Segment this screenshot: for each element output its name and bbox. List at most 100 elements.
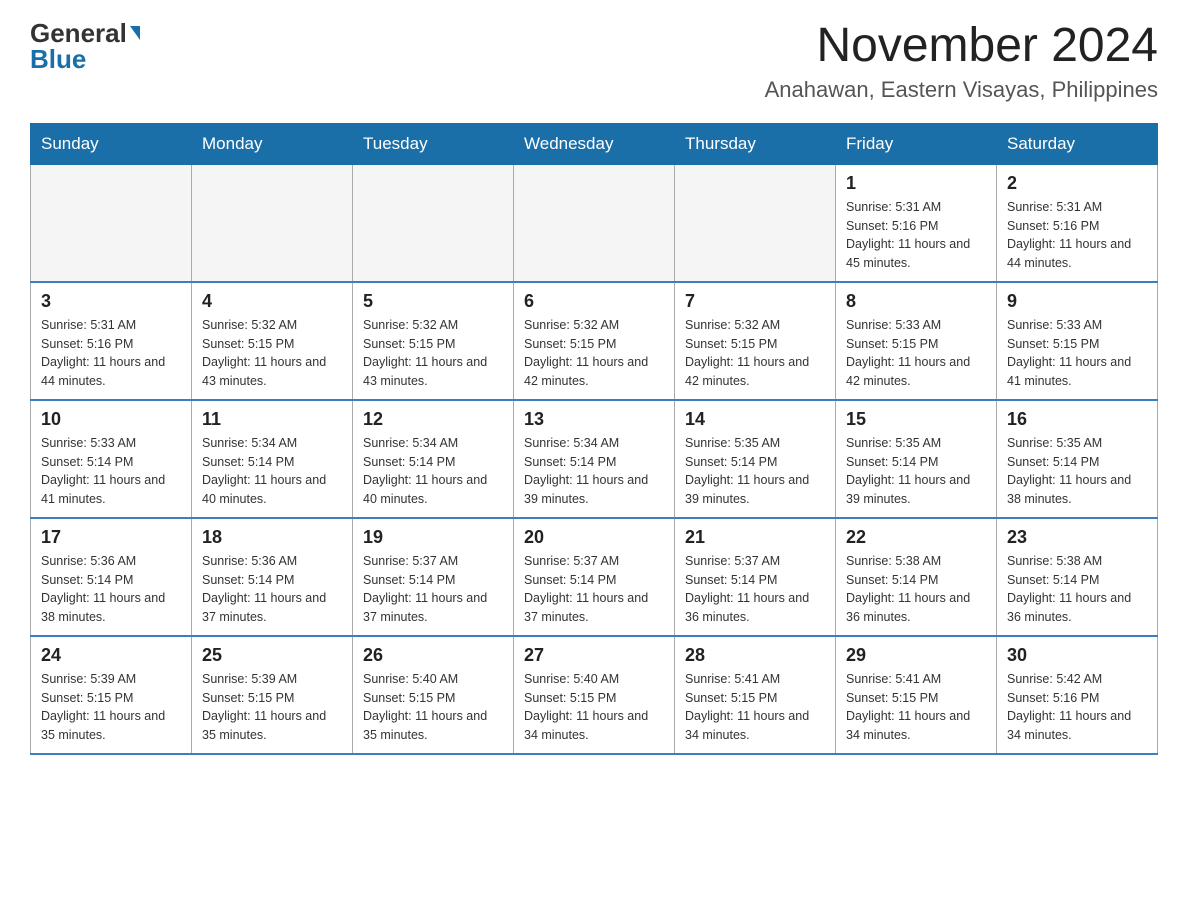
day-number: 9 <box>1007 291 1147 312</box>
calendar-cell: 3 Sunrise: 5:31 AMSunset: 5:16 PMDaylight… <box>31 282 192 400</box>
calendar-cell: 29 Sunrise: 5:41 AMSunset: 5:15 PMDayligh… <box>836 636 997 754</box>
location-title: Anahawan, Eastern Visayas, Philippines <box>765 77 1158 103</box>
calendar-cell: 11 Sunrise: 5:34 AMSunset: 5:14 PMDayligh… <box>192 400 353 518</box>
day-info: Sunrise: 5:32 AMSunset: 5:15 PMDaylight:… <box>685 316 825 391</box>
day-info: Sunrise: 5:33 AMSunset: 5:14 PMDaylight:… <box>41 434 181 509</box>
day-number: 10 <box>41 409 181 430</box>
day-number: 7 <box>685 291 825 312</box>
day-number: 11 <box>202 409 342 430</box>
calendar-cell <box>353 164 514 282</box>
month-title: November 2024 <box>765 20 1158 73</box>
calendar-cell: 7 Sunrise: 5:32 AMSunset: 5:15 PMDaylight… <box>675 282 836 400</box>
calendar-cell: 21Sunrise: 5:37 AMSunset: 5:14 PMDayligh… <box>675 518 836 636</box>
day-info: Sunrise: 5:40 AMSunset: 5:15 PMDaylight:… <box>363 670 503 745</box>
day-info: Sunrise: 5:39 AMSunset: 5:15 PMDaylight:… <box>41 670 181 745</box>
day-number: 29 <box>846 645 986 666</box>
day-info: Sunrise: 5:31 AMSunset: 5:16 PMDaylight:… <box>846 198 986 273</box>
day-info: Sunrise: 5:34 AMSunset: 5:14 PMDaylight:… <box>524 434 664 509</box>
calendar-cell: 25 Sunrise: 5:39 AMSunset: 5:15 PMDayligh… <box>192 636 353 754</box>
calendar-cell: 20 Sunrise: 5:37 AMSunset: 5:14 PMDayligh… <box>514 518 675 636</box>
day-number: 8 <box>846 291 986 312</box>
day-number: 13 <box>524 409 664 430</box>
calendar-cell: 12Sunrise: 5:34 AMSunset: 5:14 PMDayligh… <box>353 400 514 518</box>
calendar-cell: 1Sunrise: 5:31 AMSunset: 5:16 PMDaylight… <box>836 164 997 282</box>
day-number: 21 <box>685 527 825 548</box>
day-number: 6 <box>524 291 664 312</box>
day-info: Sunrise: 5:32 AMSunset: 5:15 PMDaylight:… <box>363 316 503 391</box>
day-number: 23 <box>1007 527 1147 548</box>
calendar-cell: 28 Sunrise: 5:41 AMSunset: 5:15 PMDayligh… <box>675 636 836 754</box>
day-info: Sunrise: 5:40 AMSunset: 5:15 PMDaylight:… <box>524 670 664 745</box>
day-info: Sunrise: 5:38 AMSunset: 5:14 PMDaylight:… <box>846 552 986 627</box>
day-info: Sunrise: 5:35 AMSunset: 5:14 PMDaylight:… <box>846 434 986 509</box>
day-number: 19 <box>363 527 503 548</box>
logo-triangle-icon <box>130 26 140 40</box>
day-info: Sunrise: 5:35 AMSunset: 5:14 PMDaylight:… <box>1007 434 1147 509</box>
calendar-cell: 22 Sunrise: 5:38 AMSunset: 5:14 PMDayligh… <box>836 518 997 636</box>
calendar-cell: 19Sunrise: 5:37 AMSunset: 5:14 PMDayligh… <box>353 518 514 636</box>
calendar-cell: 14 Sunrise: 5:35 AMSunset: 5:14 PMDayligh… <box>675 400 836 518</box>
day-number: 18 <box>202 527 342 548</box>
day-number: 5 <box>363 291 503 312</box>
day-info: Sunrise: 5:35 AMSunset: 5:14 PMDaylight:… <box>685 434 825 509</box>
day-number: 14 <box>685 409 825 430</box>
day-number: 4 <box>202 291 342 312</box>
calendar-cell: 30 Sunrise: 5:42 AMSunset: 5:16 PMDayligh… <box>997 636 1158 754</box>
calendar-cell: 4 Sunrise: 5:32 AMSunset: 5:15 PMDaylight… <box>192 282 353 400</box>
day-number: 3 <box>41 291 181 312</box>
day-number: 26 <box>363 645 503 666</box>
calendar-cell: 9Sunrise: 5:33 AMSunset: 5:15 PMDaylight… <box>997 282 1158 400</box>
day-info: Sunrise: 5:31 AMSunset: 5:16 PMDaylight:… <box>41 316 181 391</box>
day-number: 24 <box>41 645 181 666</box>
day-number: 25 <box>202 645 342 666</box>
day-info: Sunrise: 5:33 AMSunset: 5:15 PMDaylight:… <box>846 316 986 391</box>
day-number: 22 <box>846 527 986 548</box>
day-number: 2 <box>1007 173 1147 194</box>
day-info: Sunrise: 5:32 AMSunset: 5:15 PMDaylight:… <box>524 316 664 391</box>
day-of-week-header: Wednesday <box>514 123 675 164</box>
day-number: 28 <box>685 645 825 666</box>
day-info: Sunrise: 5:34 AMSunset: 5:14 PMDaylight:… <box>363 434 503 509</box>
day-info: Sunrise: 5:36 AMSunset: 5:14 PMDaylight:… <box>202 552 342 627</box>
day-number: 17 <box>41 527 181 548</box>
calendar-cell: 13 Sunrise: 5:34 AMSunset: 5:14 PMDayligh… <box>514 400 675 518</box>
calendar-table: SundayMondayTuesdayWednesdayThursdayFrid… <box>30 123 1158 755</box>
day-of-week-header: Thursday <box>675 123 836 164</box>
day-info: Sunrise: 5:39 AMSunset: 5:15 PMDaylight:… <box>202 670 342 745</box>
calendar-week-row: 10 Sunrise: 5:33 AMSunset: 5:14 PMDayligh… <box>31 400 1158 518</box>
calendar-cell: 15 Sunrise: 5:35 AMSunset: 5:14 PMDayligh… <box>836 400 997 518</box>
calendar-week-row: 17 Sunrise: 5:36 AMSunset: 5:14 PMDayligh… <box>31 518 1158 636</box>
day-of-week-header: Tuesday <box>353 123 514 164</box>
calendar-header-row: SundayMondayTuesdayWednesdayThursdayFrid… <box>31 123 1158 164</box>
calendar-week-row: 3 Sunrise: 5:31 AMSunset: 5:16 PMDaylight… <box>31 282 1158 400</box>
day-number: 20 <box>524 527 664 548</box>
calendar-cell: 8 Sunrise: 5:33 AMSunset: 5:15 PMDaylight… <box>836 282 997 400</box>
calendar-cell: 5 Sunrise: 5:32 AMSunset: 5:15 PMDaylight… <box>353 282 514 400</box>
day-of-week-header: Saturday <box>997 123 1158 164</box>
day-info: Sunrise: 5:36 AMSunset: 5:14 PMDaylight:… <box>41 552 181 627</box>
calendar-week-row: 1Sunrise: 5:31 AMSunset: 5:16 PMDaylight… <box>31 164 1158 282</box>
day-info: Sunrise: 5:34 AMSunset: 5:14 PMDaylight:… <box>202 434 342 509</box>
day-of-week-header: Sunday <box>31 123 192 164</box>
day-info: Sunrise: 5:41 AMSunset: 5:15 PMDaylight:… <box>846 670 986 745</box>
calendar-cell: 2 Sunrise: 5:31 AMSunset: 5:16 PMDaylight… <box>997 164 1158 282</box>
calendar-cell <box>192 164 353 282</box>
calendar-cell: 17 Sunrise: 5:36 AMSunset: 5:14 PMDayligh… <box>31 518 192 636</box>
day-info: Sunrise: 5:38 AMSunset: 5:14 PMDaylight:… <box>1007 552 1147 627</box>
logo: General Blue <box>30 20 140 72</box>
day-number: 15 <box>846 409 986 430</box>
title-section: November 2024 Anahawan, Eastern Visayas,… <box>765 20 1158 103</box>
calendar-cell: 26 Sunrise: 5:40 AMSunset: 5:15 PMDayligh… <box>353 636 514 754</box>
calendar-cell <box>514 164 675 282</box>
day-info: Sunrise: 5:31 AMSunset: 5:16 PMDaylight:… <box>1007 198 1147 273</box>
day-info: Sunrise: 5:42 AMSunset: 5:16 PMDaylight:… <box>1007 670 1147 745</box>
day-number: 30 <box>1007 645 1147 666</box>
logo-blue: Blue <box>30 46 86 72</box>
calendar-cell: 23 Sunrise: 5:38 AMSunset: 5:14 PMDayligh… <box>997 518 1158 636</box>
day-info: Sunrise: 5:37 AMSunset: 5:14 PMDaylight:… <box>524 552 664 627</box>
calendar-cell: 27Sunrise: 5:40 AMSunset: 5:15 PMDayligh… <box>514 636 675 754</box>
calendar-cell: 16Sunrise: 5:35 AMSunset: 5:14 PMDayligh… <box>997 400 1158 518</box>
day-info: Sunrise: 5:41 AMSunset: 5:15 PMDaylight:… <box>685 670 825 745</box>
calendar-cell <box>31 164 192 282</box>
day-info: Sunrise: 5:32 AMSunset: 5:15 PMDaylight:… <box>202 316 342 391</box>
